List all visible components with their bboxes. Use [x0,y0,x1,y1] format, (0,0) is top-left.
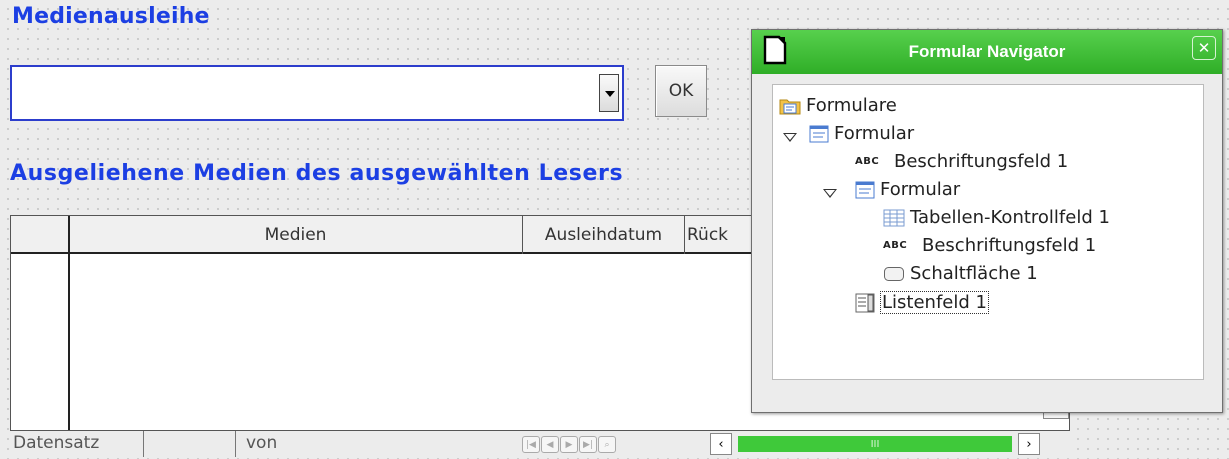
button-icon [884,266,904,281]
column-header-medien[interactable]: Medien [69,216,523,254]
navigator-titlebar[interactable]: Formular Navigator ✕ [752,30,1222,74]
form-title: Medienausleihe [12,4,210,29]
borrowed-media-heading: Ausgeliehene Medien des ausgewählten Les… [10,161,624,186]
tree-item-formular[interactable]: Formular [809,123,914,144]
label-icon: ABC [883,240,908,251]
form-navigator-window: Formular Navigator ✕ Formulare Formular [751,29,1223,413]
scrollbar-thumb[interactable]: III [738,436,1012,452]
listbox-icon [855,293,875,312]
tree-label: Beschriftungsfeld 1 [894,151,1069,172]
previous-record-icon[interactable]: ◀ [541,436,559,453]
tree-label: Beschriftungsfeld 1 [922,235,1097,256]
expand-triangle-icon[interactable] [823,189,837,198]
dropdown-arrow-icon[interactable] [599,74,619,112]
folder-form-icon [779,99,801,114]
tree-item-label-field-2[interactable]: ABC Beschriftungsfeld 1 [883,235,1096,256]
column-header-ausleihdatum[interactable]: Ausleihdatum [523,216,685,254]
tree-label: Formulare [806,95,897,116]
tree-label: Formular [880,179,961,200]
reader-combobox[interactable] [10,65,624,121]
form-icon [855,181,875,198]
record-navigation-bar: Datensatz von |◀ ◀ ▶ ▶| ⌕ ‹ III › [10,430,1070,457]
tree-label: Formular [834,123,915,144]
tree-item-button[interactable]: Schaltfläche 1 [883,263,1038,284]
of-label: von [246,433,278,453]
nav-separator [143,431,144,457]
tree-item-label-field[interactable]: ABC Beschriftungsfeld 1 [855,151,1068,172]
table-control-icon [883,209,905,226]
nav-separator [235,431,236,457]
ok-button[interactable]: OK [655,65,707,117]
last-record-icon[interactable]: ▶| [579,436,597,453]
first-record-icon[interactable]: |◀ [522,436,540,453]
form-icon [809,125,829,142]
close-icon[interactable]: ✕ [1192,36,1216,60]
label-icon: ABC [855,156,880,167]
tree-item-listbox[interactable]: Listenfeld 1 [855,291,989,314]
navigator-tree: Formulare Formular ABC Beschriftungsfeld… [772,84,1204,380]
expand-triangle-icon[interactable] [783,133,797,142]
tree-item-subformular[interactable]: Formular [855,179,960,200]
tree-item-table-control[interactable]: Tabellen-Kontrollfeld 1 [883,207,1110,228]
scroll-right-icon[interactable]: › [1018,433,1040,455]
record-label: Datensatz [13,433,100,453]
tree-label-selected: Listenfeld 1 [880,291,989,314]
record-nav-buttons: |◀ ◀ ▶ ▶| ⌕ [522,436,616,453]
row-header-divider [68,216,70,430]
horizontal-scrollbar[interactable]: ‹ III › [710,433,1040,455]
tree-label: Schaltfläche 1 [910,263,1038,284]
tree-item-formulare[interactable]: Formulare [779,95,897,116]
navigator-title: Formular Navigator [908,42,1066,61]
tree-label: Tabellen-Kontrollfeld 1 [910,207,1110,228]
scroll-left-icon[interactable]: ‹ [710,433,732,455]
new-record-icon[interactable]: ⌕ [598,436,616,453]
next-record-icon[interactable]: ▶ [560,436,578,453]
